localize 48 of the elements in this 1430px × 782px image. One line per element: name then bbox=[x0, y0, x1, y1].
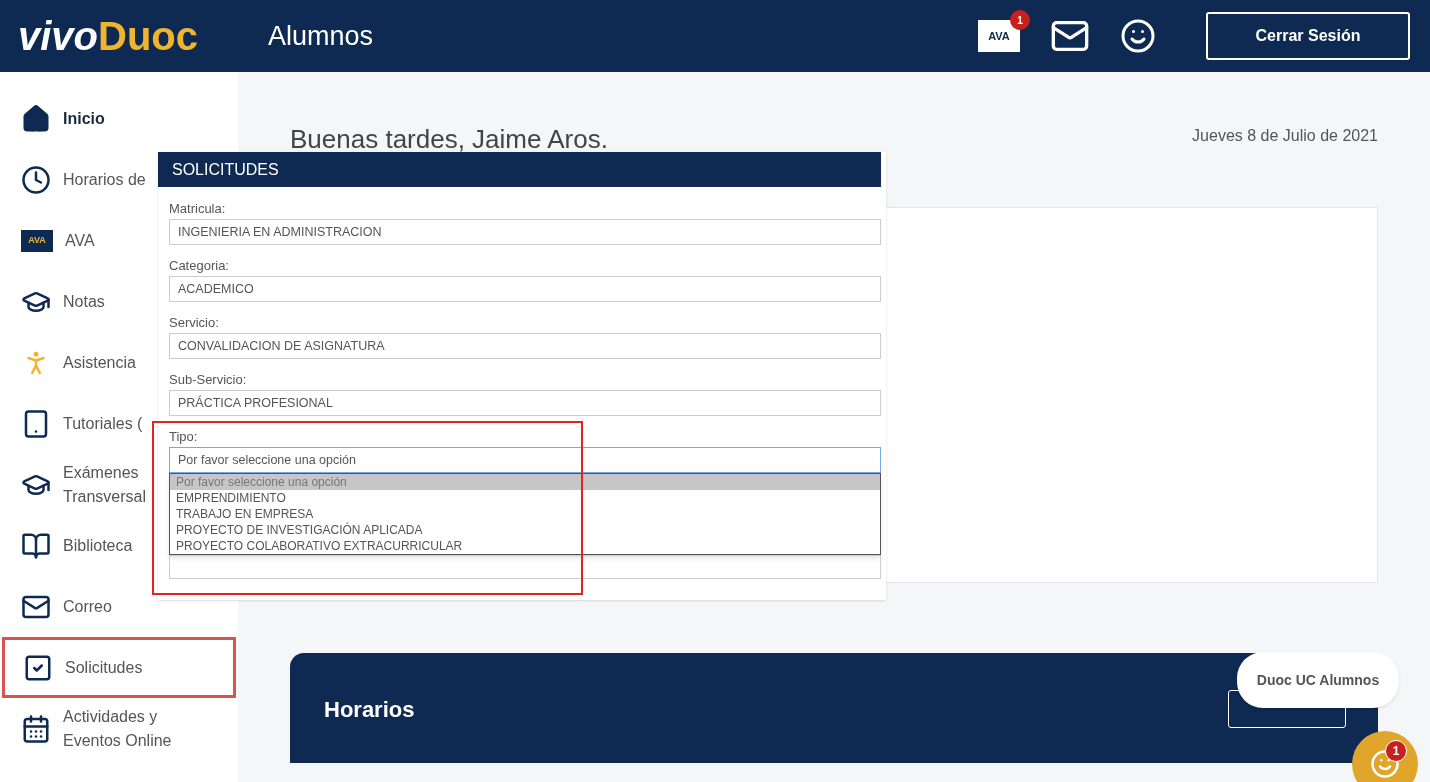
dropdown-option[interactable]: TRABAJO EN EMPRESA bbox=[170, 506, 880, 522]
field-label: Matricula: bbox=[169, 200, 227, 218]
select-field[interactable]: CONVALIDACION DE ASIGNATURA bbox=[169, 333, 881, 359]
sidebar-label: Eventos Online bbox=[63, 730, 172, 751]
sidebar-label: Tutoriales ( bbox=[63, 413, 143, 434]
logo-text: Duoc bbox=[98, 13, 199, 60]
sidebar-label: Transversal bbox=[63, 486, 146, 507]
dropdown-option[interactable]: PROYECTO DE INVESTIGACIÓN APLICADA bbox=[170, 522, 880, 538]
profile-icon[interactable] bbox=[1120, 18, 1156, 54]
notification-badge: 1 bbox=[1010, 10, 1030, 30]
dropdown-option[interactable]: EMPRENDIMIENTO bbox=[170, 490, 880, 506]
select-field[interactable]: PRÁCTICA PROFESIONAL bbox=[169, 390, 881, 416]
select-field[interactable]: Por favor seleccione una opción bbox=[169, 447, 881, 473]
input-field[interactable] bbox=[169, 555, 881, 579]
dropdown-option[interactable]: PROYECTO COLABORATIVO EXTRACURRICULAR bbox=[170, 538, 880, 554]
chat-bubble-text: Duoc UC Alumnos bbox=[1256, 670, 1380, 690]
sidebar-label: Solicitudes bbox=[65, 657, 143, 678]
sidebar-label: Notas bbox=[63, 291, 105, 312]
logout-button[interactable]: Cerrar Sesión bbox=[1206, 12, 1410, 60]
clock-icon bbox=[21, 164, 51, 195]
card-title: Horarios bbox=[324, 695, 415, 724]
sidebar-label: AVA bbox=[65, 230, 95, 251]
select-field[interactable]: ACADEMICO bbox=[169, 276, 881, 302]
home-icon bbox=[21, 103, 51, 134]
sidebar-label: Biblioteca bbox=[63, 535, 133, 556]
dialog-title: SOLICITUDES bbox=[172, 159, 279, 180]
section-title: Alumnos bbox=[268, 19, 374, 53]
sidebar-item[interactable]: Actividades y Eventos Online bbox=[0, 698, 238, 759]
sidebar-item[interactable]: Correo bbox=[0, 576, 238, 637]
field-label: Tipo: bbox=[169, 428, 199, 446]
sidebar-label: Correo bbox=[63, 596, 112, 617]
sidebar-label: Actividades y bbox=[63, 706, 159, 727]
sidebar-label: Horarios de bbox=[63, 169, 146, 190]
logo-text: vivo bbox=[18, 13, 99, 60]
ava-icon: AVA bbox=[21, 229, 53, 252]
sidebar-label: Exámenes bbox=[63, 462, 140, 483]
date-text: Jueves 8 de Julio de 2021 bbox=[1192, 126, 1378, 146]
calendar-icon bbox=[21, 713, 51, 744]
field-label: Sub-Servicio: bbox=[169, 371, 248, 389]
sidebar-label: Inicio bbox=[63, 108, 105, 129]
field-label: Categoria: bbox=[169, 257, 230, 275]
sidebar-item[interactable]: Solicitudes bbox=[2, 637, 236, 698]
chat-tooltip[interactable]: Duoc UC Alumnos bbox=[1237, 652, 1399, 708]
sidebar-label: Asistencia bbox=[63, 352, 136, 373]
greeting: Buenas tardes, Jaime Aros. bbox=[290, 123, 608, 156]
select-field[interactable]: INGENIERIA EN ADMINISTRACION bbox=[169, 219, 881, 245]
field-label: Servicio: bbox=[169, 314, 220, 332]
sidebar-item[interactable]: Inicio bbox=[0, 88, 238, 149]
